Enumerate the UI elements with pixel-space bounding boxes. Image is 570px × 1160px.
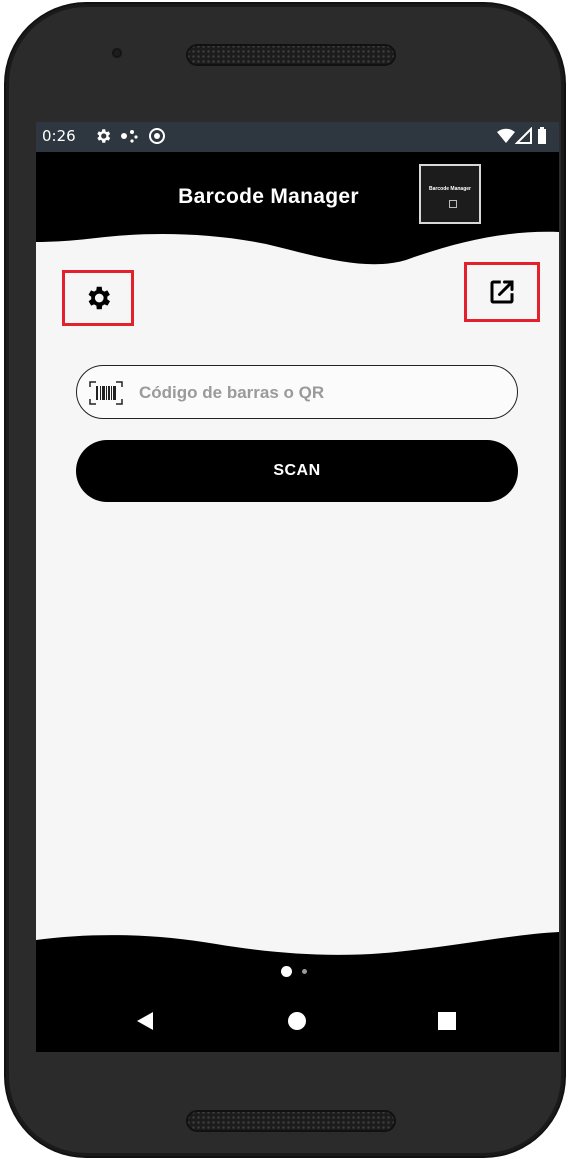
barcode-search-field[interactable] [76, 365, 518, 419]
recents-icon[interactable] [438, 1012, 456, 1030]
footer-wave [36, 932, 559, 1052]
pager-dot[interactable] [302, 969, 307, 974]
sync-icon [149, 128, 165, 144]
app-title: Barcode Manager [178, 185, 359, 208]
status-bar: 0:26 [36, 122, 559, 152]
logo-text: Barcode Manager [429, 186, 471, 192]
top-speaker [186, 44, 396, 66]
barcode-icon[interactable] [89, 381, 123, 405]
status-time: 0:26 [42, 127, 76, 145]
pager-dot-active[interactable] [281, 966, 292, 977]
app-screen: 0:26 Barcode Manager Barcode Manager Cód… [36, 122, 559, 1052]
bottom-area [36, 922, 559, 1052]
gear-icon [88, 286, 110, 310]
signal-icon [515, 127, 532, 144]
barcode-input[interactable] [137, 374, 501, 412]
settings-icon [97, 129, 111, 143]
bottom-speaker [186, 1110, 396, 1132]
app-logo[interactable]: Barcode Manager [419, 164, 481, 224]
front-camera [112, 48, 122, 58]
share-button[interactable] [464, 262, 540, 322]
back-icon[interactable] [135, 1010, 155, 1032]
phone-frame: 0:26 Barcode Manager Barcode Manager Cód… [6, 4, 564, 1156]
battery-icon [538, 127, 546, 144]
wifi-icon [497, 128, 515, 143]
dots-icon [121, 130, 138, 143]
settings-button[interactable] [62, 270, 134, 326]
scan-button[interactable]: SCAN [76, 440, 518, 502]
logo-mark [449, 200, 457, 208]
app-header: Barcode Manager Barcode Manager [36, 152, 559, 267]
home-icon[interactable] [287, 1011, 307, 1031]
external-link-icon [490, 280, 514, 304]
